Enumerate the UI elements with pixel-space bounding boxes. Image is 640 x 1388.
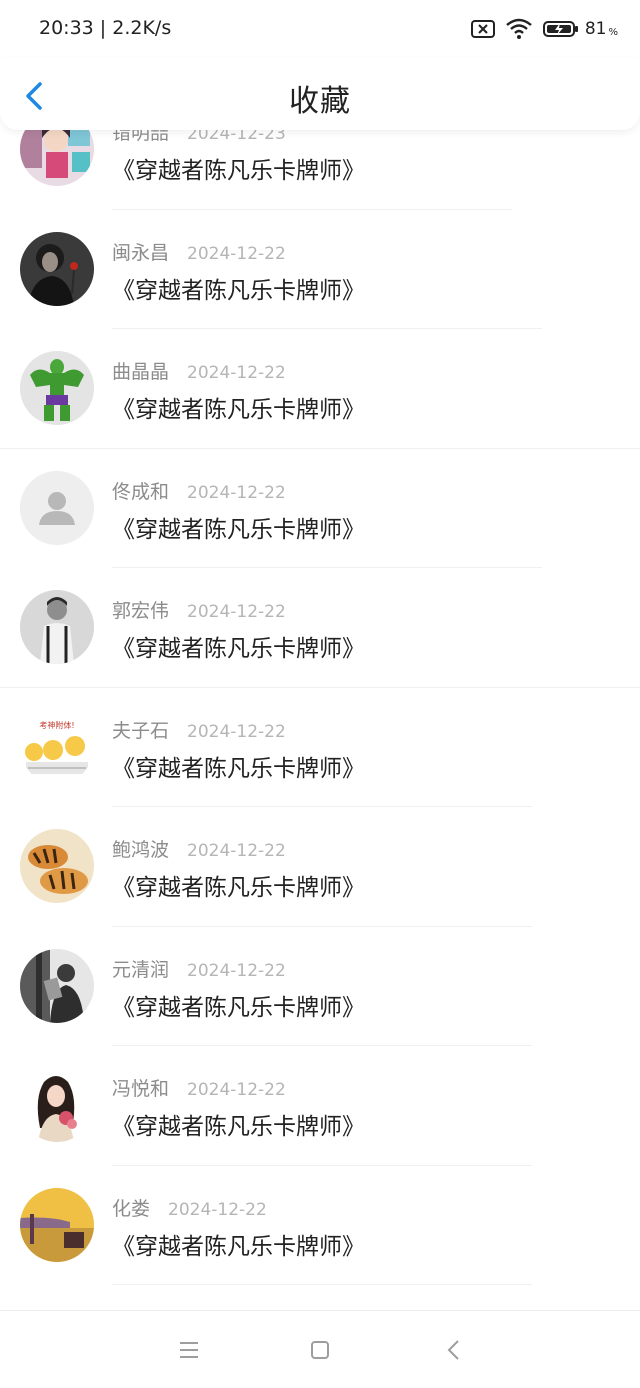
favorite-date: 2024-12-22 — [187, 721, 286, 742]
anime-avatar — [20, 130, 94, 186]
status-icons: 81 % — [470, 16, 618, 42]
status-time: 20:33 | 2.2K/s — [39, 17, 172, 39]
default-user-avatar — [20, 470, 94, 545]
list-item[interactable]: 鲍鸿波 2024-12-22 《穿越者陈凡乐卡牌师》 — [0, 807, 640, 927]
favorite-date: 2024-12-22 — [187, 363, 286, 383]
home-button[interactable] — [307, 1337, 333, 1363]
list-item[interactable]: 闽永昌 2024-12-22 《穿越者陈凡乐卡牌师》 — [0, 210, 640, 329]
user-name: 错明喆 — [112, 130, 170, 144]
back-arrow-icon — [447, 1340, 459, 1360]
man-photo-avatar — [20, 590, 94, 664]
book-title: 《穿越者陈凡乐卡牌师》 — [112, 1114, 365, 1140]
book-title: 《穿越者陈凡乐卡牌师》 — [112, 158, 365, 184]
girl-flowers-avatar — [20, 1068, 94, 1142]
sunset-avatar — [20, 1187, 94, 1262]
sim-off-icon — [470, 20, 495, 38]
list-item[interactable]: 郭宏伟 2024-12-22 《穿越者陈凡乐卡牌师》 — [0, 568, 640, 688]
list-item[interactable]: 错明喆 2024-12-23 《穿越者陈凡乐卡牌师》 — [0, 130, 640, 210]
user-name: 夫子石 — [112, 719, 170, 742]
list-item[interactable]: 佟成和 2024-12-22 《穿越者陈凡乐卡牌师》 — [0, 449, 640, 568]
hulk-avatar — [20, 351, 94, 425]
list-item[interactable]: 冯悦和 2024-12-22 《穿越者陈凡乐卡牌师》 — [0, 1046, 640, 1166]
user-name: 曲晶晶 — [112, 361, 170, 383]
system-nav-bar — [0, 1310, 640, 1388]
home-square-icon — [311, 1341, 329, 1359]
book-title: 《穿越者陈凡乐卡牌师》 — [112, 397, 365, 423]
page-title: 收藏 — [289, 84, 351, 119]
battery-level: 81 — [584, 19, 607, 39]
list-item[interactable]: 元清润 2024-12-22 《穿越者陈凡乐卡牌师》 — [0, 927, 640, 1046]
user-name: 冯悦和 — [112, 1078, 170, 1100]
status-bar: 20:33 | 2.2K/s 81 % — [0, 0, 640, 58]
wifi-icon — [505, 18, 533, 40]
user-name: 元清润 — [112, 958, 170, 981]
app-header: 收藏 — [0, 58, 640, 130]
favorite-date: 2024-12-22 — [168, 1199, 267, 1220]
menu-icon — [180, 1342, 198, 1358]
favorite-date: 2024-12-22 — [187, 482, 286, 503]
emoji-avatar: 考神附体! — [20, 709, 94, 784]
book-title: 《穿越者陈凡乐卡牌师》 — [112, 1233, 365, 1260]
avatar-caption: 考神附体! — [39, 720, 74, 730]
tiger-avatar — [20, 829, 94, 903]
reading-woman-avatar — [20, 948, 94, 1023]
list-item[interactable]: 化娄 2024-12-22 《穿越者陈凡乐卡牌师》 — [0, 1166, 640, 1285]
user-name: 化娄 — [112, 1197, 151, 1220]
favorite-date: 2024-12-22 — [187, 602, 286, 622]
book-title: 《穿越者陈凡乐卡牌师》 — [112, 875, 365, 901]
favorite-date: 2024-12-22 — [187, 960, 286, 981]
dark-portrait-avatar — [20, 231, 94, 306]
list-item[interactable]: 考神附体! 夫子石 2024-12-22 《穿越者陈凡乐卡牌师》 — [0, 688, 640, 807]
book-title: 《穿越者陈凡乐卡牌师》 — [112, 755, 365, 782]
book-title: 《穿越者陈凡乐卡牌师》 — [112, 277, 365, 304]
user-name: 闽永昌 — [112, 241, 170, 264]
menu-button[interactable] — [176, 1337, 202, 1363]
favorite-date: 2024-12-23 — [187, 130, 286, 144]
divider — [112, 1284, 532, 1285]
favorite-date: 2024-12-22 — [187, 841, 286, 861]
user-name: 佟成和 — [112, 480, 170, 503]
user-name: 鲍鸿波 — [112, 839, 170, 861]
list-item[interactable]: 曲晶晶 2024-12-22 《穿越者陈凡乐卡牌师》 — [0, 329, 640, 449]
book-title: 《穿越者陈凡乐卡牌师》 — [112, 636, 365, 662]
user-name: 郭宏伟 — [112, 600, 170, 622]
system-back-button[interactable] — [441, 1337, 467, 1363]
battery-icon — [542, 20, 579, 38]
favorite-date: 2024-12-22 — [187, 243, 286, 264]
book-title: 《穿越者陈凡乐卡牌师》 — [112, 994, 365, 1021]
book-title: 《穿越者陈凡乐卡牌师》 — [112, 516, 365, 543]
battery-unit: % — [608, 26, 618, 38]
favorite-date: 2024-12-22 — [187, 1080, 286, 1100]
favorites-list: 错明喆 2024-12-23 《穿越者陈凡乐卡牌师》 闽永昌 2024-12-2… — [0, 130, 640, 1310]
